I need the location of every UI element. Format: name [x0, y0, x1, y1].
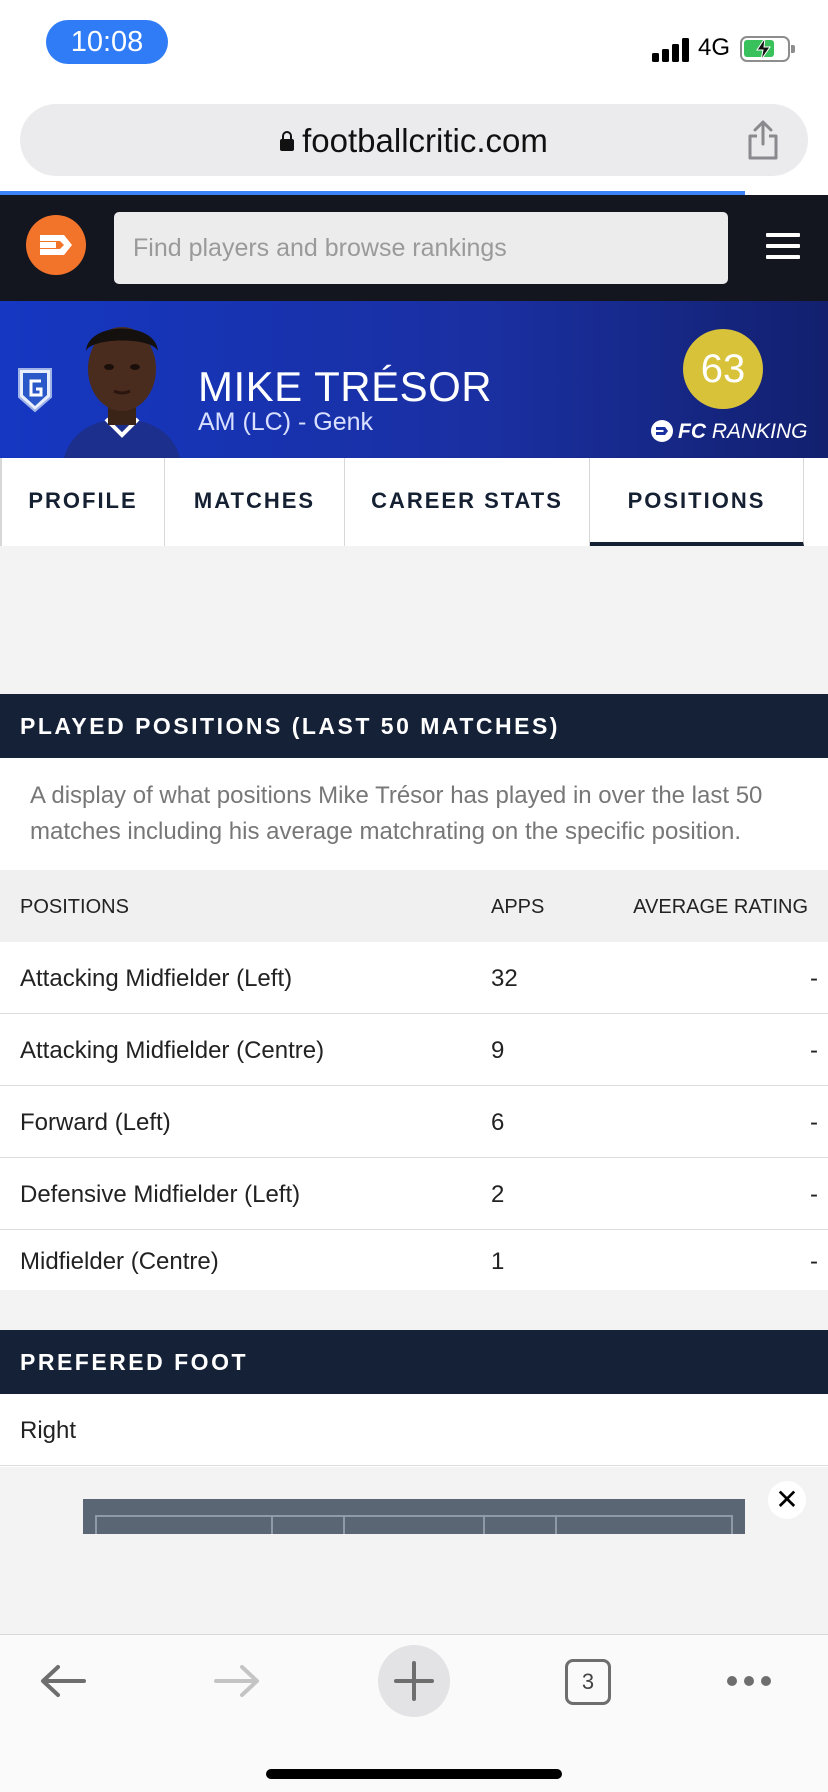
fc-ranking-text: RANKING: [706, 420, 808, 443]
position-rating: -: [810, 1248, 818, 1275]
forward-arrow-icon[interactable]: [212, 1661, 262, 1701]
spacer: [0, 1290, 828, 1330]
fc-logo-icon: [651, 420, 673, 442]
position-name: Forward (Left): [20, 1109, 171, 1136]
player-banner: MIKE TRÉSOR AM (LC) - Genk 63 FC RANKING: [0, 301, 828, 458]
column-header-positions: POSITIONS: [20, 896, 129, 918]
tab-matches[interactable]: MATCHES: [165, 458, 345, 546]
plus-icon: [394, 1661, 434, 1701]
position-rating: -: [810, 1109, 818, 1136]
home-indicator: [266, 1769, 562, 1779]
position-apps: 2: [491, 1181, 505, 1208]
fc-ranking-badge: 63: [683, 329, 763, 409]
fc-ranking-prefix: FC: [678, 420, 706, 443]
table-row: Attacking Midfielder (Centre) 9 -: [0, 1014, 828, 1086]
position-name: Midfielder (Centre): [20, 1248, 219, 1275]
foot-section-title: PREFERED FOOT: [0, 1330, 828, 1394]
positions-table-header: POSITIONS APPS AVERAGE RATING: [0, 870, 828, 942]
site-header: [0, 195, 828, 301]
tab-positions[interactable]: POSITIONS: [590, 458, 804, 546]
more-options-icon[interactable]: [724, 1673, 774, 1689]
url-text: footballcritic.com: [302, 122, 548, 159]
fc-ranking-label: FC RANKING: [650, 419, 808, 444]
position-name: Attacking Midfielder (Centre): [20, 1037, 325, 1064]
signal-icon: [652, 38, 692, 62]
position-apps: 32: [491, 965, 518, 992]
table-row: Defensive Midfielder (Left) 2 -: [0, 1158, 828, 1230]
preferred-foot-row: Right: [0, 1394, 828, 1466]
position-apps: 1: [491, 1248, 505, 1275]
tab-career-stats[interactable]: CAREER STATS: [345, 458, 590, 546]
ad-banner: ✕: [0, 1467, 828, 1634]
positions-section-title: PLAYED POSITIONS (LAST 50 MATCHES): [0, 694, 828, 758]
genk-club-crest-icon: [18, 368, 52, 413]
player-name: MIKE TRÉSOR: [198, 363, 493, 410]
column-header-apps: APPS: [491, 896, 545, 918]
hamburger-menu-icon[interactable]: [766, 233, 800, 259]
preferred-foot-value: Right: [20, 1417, 77, 1444]
player-position-club: AM (LC) - Genk: [198, 408, 374, 436]
table-row: Attacking Midfielder (Left) 32 -: [0, 942, 828, 1014]
tab-switcher-button[interactable]: 3: [565, 1659, 611, 1705]
ad-image[interactable]: [83, 1499, 745, 1534]
table-row: Midfielder (Centre) 1 -: [0, 1230, 828, 1290]
position-rating: -: [810, 1181, 818, 1208]
position-rating: -: [810, 965, 818, 992]
ad-close-icon[interactable]: ✕: [768, 1481, 806, 1519]
position-rating: -: [810, 1037, 818, 1064]
player-photo: [64, 327, 180, 458]
column-header-average-rating: AVERAGE RATING: [633, 896, 808, 918]
browser-toolbar: 3: [0, 1634, 828, 1792]
share-icon[interactable]: [746, 120, 780, 160]
spacer: [0, 546, 828, 694]
battery-charging-icon: [740, 36, 795, 62]
position-apps: 9: [491, 1037, 505, 1064]
profile-tabs: PROFILE MATCHES CAREER STATS POSITIONS: [0, 458, 828, 546]
network-type: 4G: [698, 34, 731, 61]
position-name: Attacking Midfielder (Left): [20, 965, 293, 992]
position-apps: 6: [491, 1109, 505, 1136]
address-bar[interactable]: footballcritic.com: [20, 104, 808, 176]
back-arrow-icon[interactable]: [38, 1661, 88, 1701]
positions-description: A display of what positions Mike Trésor …: [0, 758, 828, 870]
position-name: Defensive Midfielder (Left): [20, 1181, 301, 1208]
table-row: Forward (Left) 6 -: [0, 1086, 828, 1158]
footballcritic-logo-icon[interactable]: [26, 215, 86, 275]
status-time: 10:08: [46, 20, 168, 64]
lock-icon: [280, 131, 295, 151]
search-input[interactable]: [114, 212, 728, 284]
tab-profile[interactable]: PROFILE: [0, 458, 165, 546]
status-bar: 10:08 4G: [0, 0, 828, 96]
new-tab-button[interactable]: [378, 1645, 450, 1717]
